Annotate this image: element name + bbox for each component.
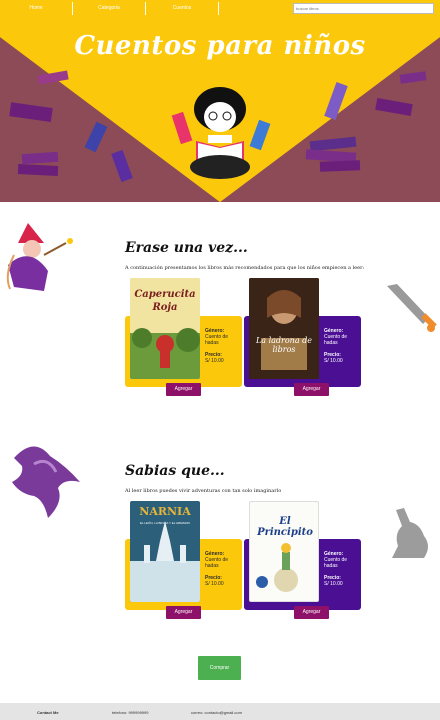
footer-phone: telefono: 999999999 [112, 710, 149, 715]
cover-title: Caperucita Roja [134, 289, 196, 313]
cover-title: La ladrona de libros [255, 336, 313, 354]
genre-value: Cuento de hadas [205, 557, 229, 569]
section1-description: A continuación presentamos los libros má… [125, 265, 365, 271]
book-info: Género: Cuento de hadas Precio: S/ 10.00 [205, 328, 241, 364]
sword-icon [387, 284, 437, 332]
genre-value: Cuento de hadas [324, 334, 348, 346]
section2-description: Al leer libros puedes vivir adventuras c… [125, 488, 282, 494]
footer-contact: Contact Me [37, 710, 59, 715]
wolf-icon [392, 508, 428, 558]
top-nav: Home Categoria Cuentos [0, 0, 440, 17]
add-to-cart-button[interactable]: Agregar [166, 383, 201, 396]
genre-value: Cuento de hadas [205, 334, 229, 346]
section1-title: Erase una vez... [125, 240, 248, 256]
book-info: Género: Cuento de hadas Precio: S/ 10.00 [324, 328, 360, 364]
price-value: S/ 10.00 [324, 581, 343, 587]
dragon-icon [12, 446, 80, 518]
hero-title: Cuentos para niños [74, 31, 366, 61]
book-cover-ladrona[interactable]: La ladrona de libros [249, 278, 319, 379]
price-value: S/ 10.00 [205, 358, 224, 364]
genre-value: Cuento de hadas [324, 557, 348, 569]
section2-title: Sabias que... [125, 463, 225, 479]
add-to-cart-button[interactable]: Agregar [166, 606, 201, 619]
nav-item-categoria[interactable]: Categoria [73, 2, 146, 15]
buy-button[interactable]: Comprar [198, 656, 241, 680]
book-info: Género: Cuento de hadas Precio: S/ 10.00 [205, 551, 241, 587]
book-cover-caperucita[interactable]: Caperucita Roja [130, 278, 200, 379]
price-value: S/ 10.00 [324, 358, 343, 364]
book-info: Género: Cuento de hadas Precio: S/ 10.00 [324, 551, 360, 587]
price-value: S/ 10.00 [205, 581, 224, 587]
add-to-cart-button[interactable]: Agregar [294, 606, 329, 619]
cover-subtitle: EL LEÓN, LA BRUJA Y EL ARMARIO [139, 521, 191, 525]
search-input[interactable] [293, 3, 434, 14]
footer-email[interactable]: correo: contacto@gmail.com [191, 710, 242, 715]
hero-banner: Cuentos para niños [0, 17, 440, 202]
cover-title: El Principito [257, 516, 313, 538]
add-to-cart-button[interactable]: Agregar [294, 383, 329, 396]
witch-icon [6, 223, 73, 291]
page: Home Categoria Cuentos buscar libros Cue… [0, 0, 440, 720]
footer: Contact Me telefono: 999999999 correo: c… [0, 703, 440, 720]
book-cover-narnia[interactable]: NARNIA EL LEÓN, LA BRUJA Y EL ARMARIO [130, 501, 200, 602]
book-cover-principito[interactable]: El Principito [249, 501, 319, 602]
nav-item-home[interactable]: Home [0, 2, 73, 15]
nav-item-cuentos[interactable]: Cuentos [146, 2, 219, 15]
cover-title: NARNIA [139, 505, 191, 518]
